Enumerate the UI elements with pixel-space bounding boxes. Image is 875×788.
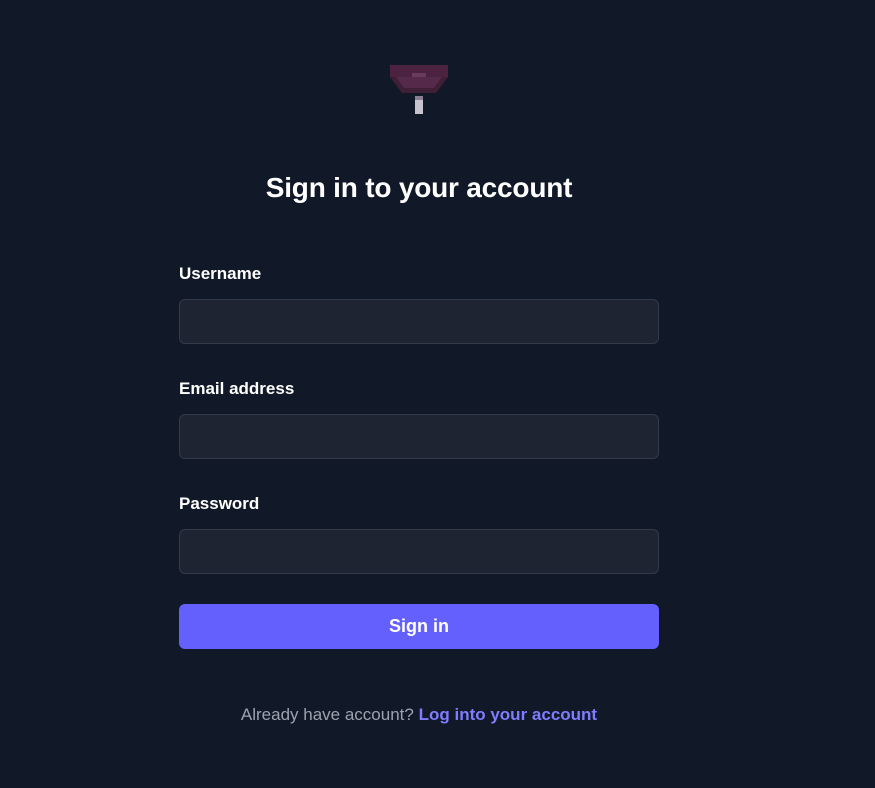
email-label: Email address: [179, 379, 295, 398]
brand-logo-icon: [390, 65, 448, 114]
password-input[interactable]: [179, 529, 659, 574]
username-group: Username: [179, 262, 659, 344]
sign-in-form: Username Email address Password Sign in: [179, 262, 659, 649]
sign-in-button[interactable]: Sign in: [179, 604, 659, 649]
footer-text: Already have account? Log into your acco…: [0, 703, 838, 727]
login-link[interactable]: Log into your account: [419, 705, 598, 724]
footer-prompt: Already have account?: [240, 705, 414, 724]
page-title: Sign in to your account: [265, 172, 573, 203]
username-input[interactable]: [179, 299, 659, 344]
sign-in-page: Sign in to your account Username Email a…: [0, 0, 875, 788]
username-label: Username: [179, 264, 262, 283]
email-group: Email address: [179, 377, 659, 459]
email-input[interactable]: [179, 414, 659, 459]
password-label: Password: [179, 494, 260, 513]
password-group: Password: [179, 492, 659, 574]
